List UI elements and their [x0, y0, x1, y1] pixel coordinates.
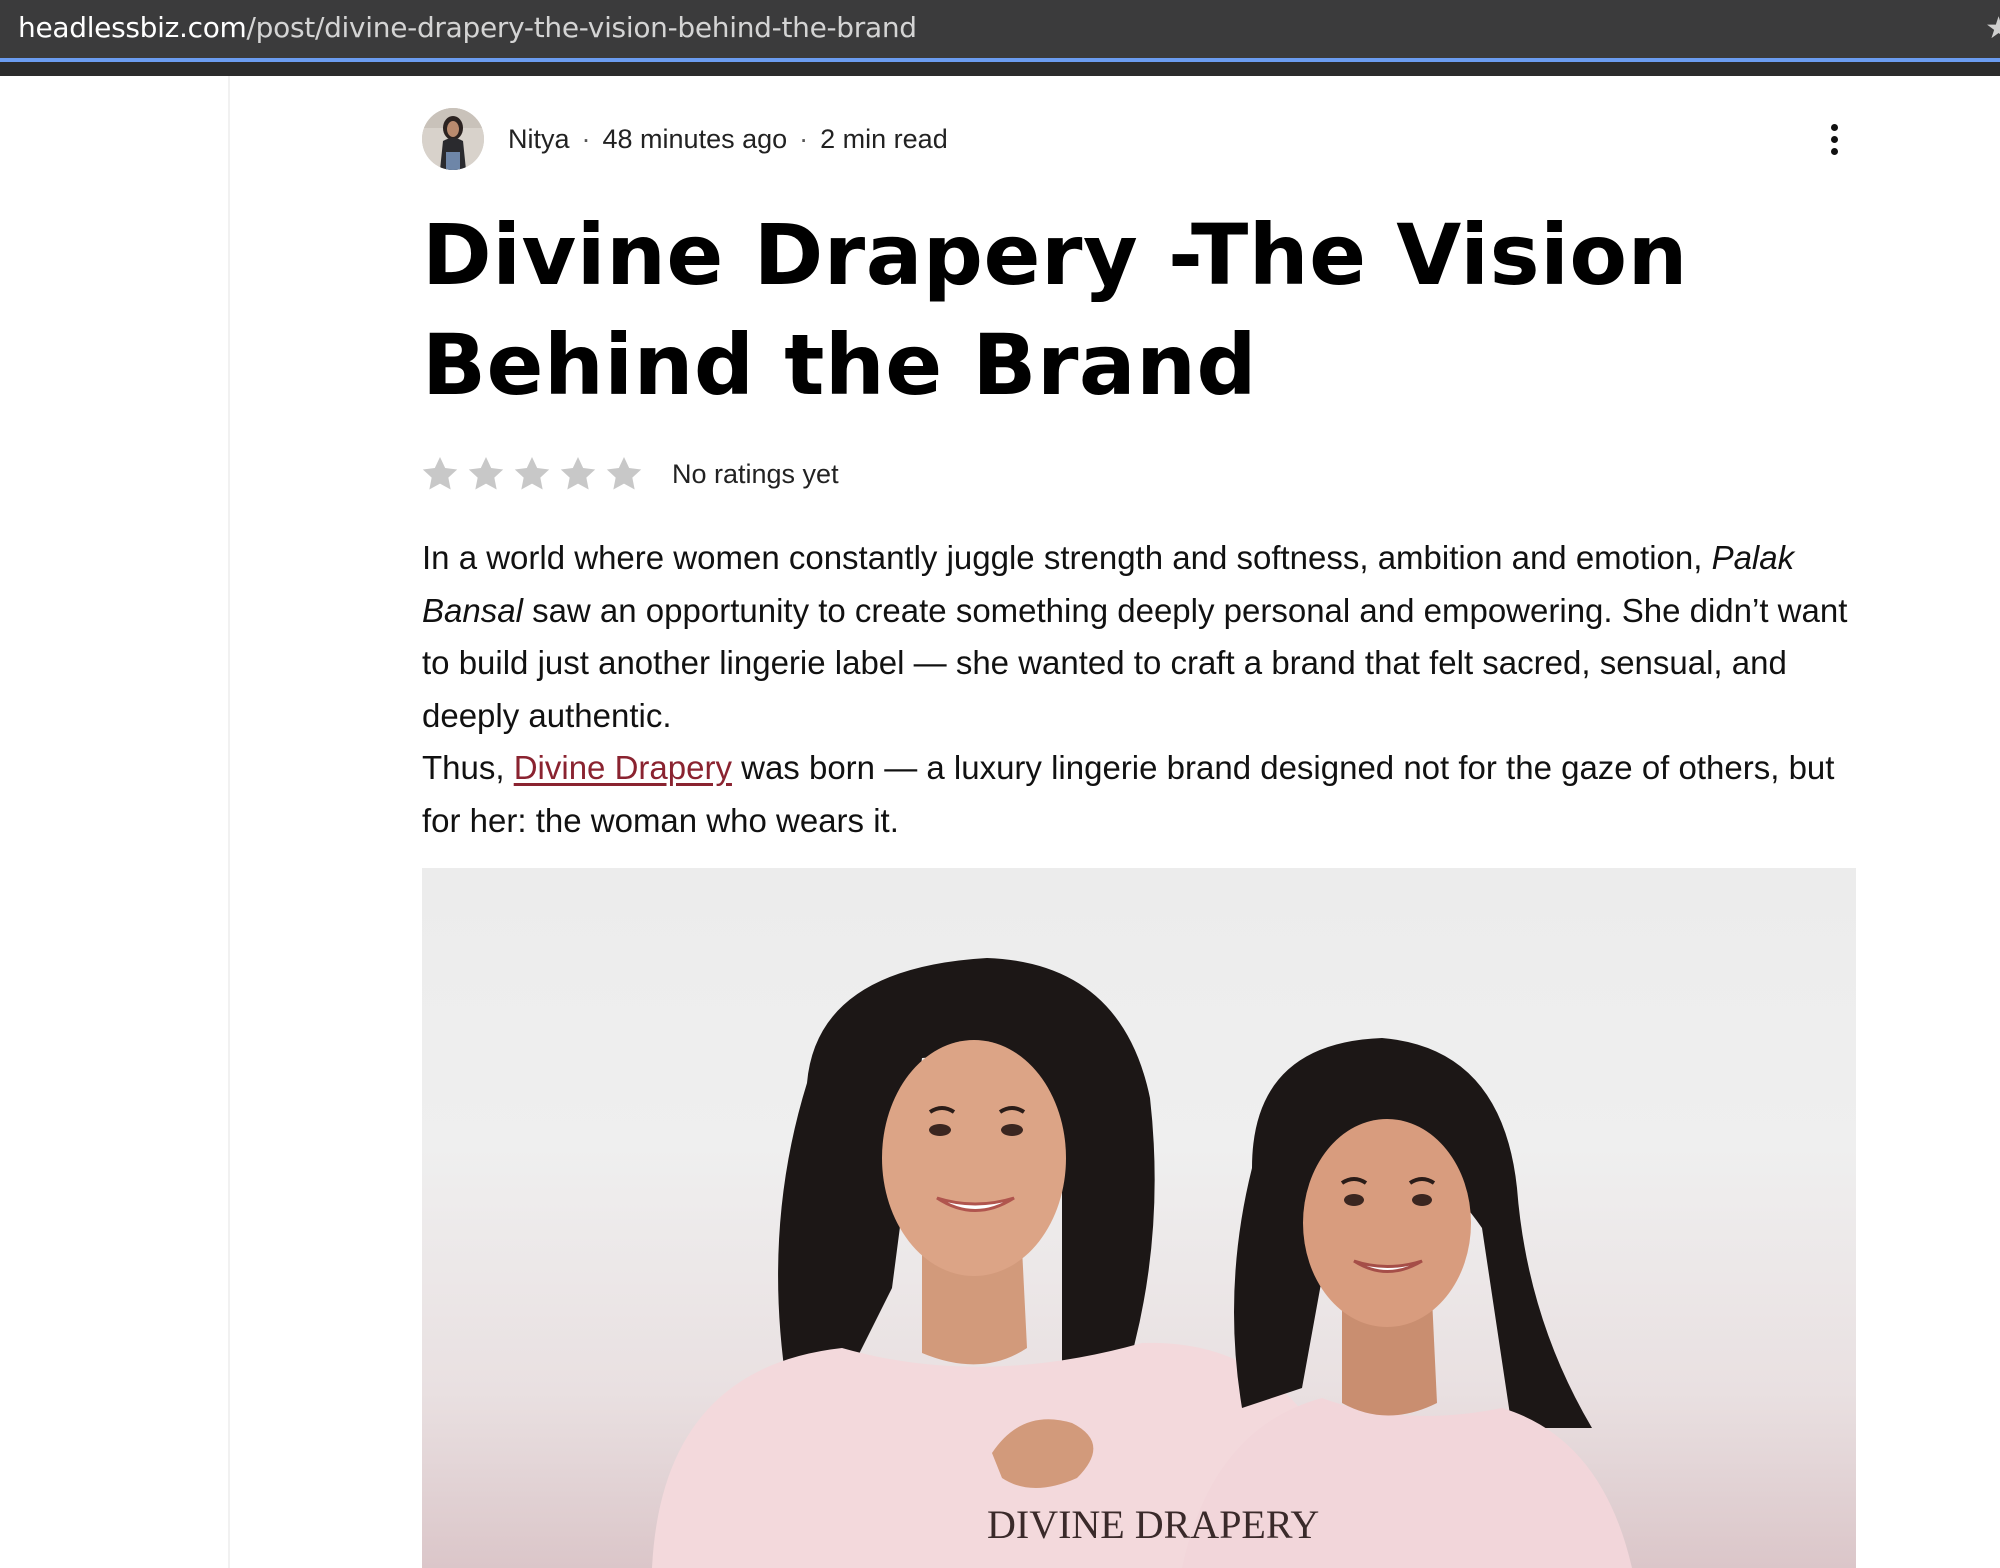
paragraph-text: Thus, — [422, 749, 514, 786]
paragraph-text: In a world where women constantly juggle… — [422, 539, 1712, 576]
browser-bar-shadow — [0, 62, 2000, 76]
star-icon[interactable] — [512, 454, 552, 494]
rating-text: No ratings yet — [672, 458, 839, 489]
shirt-logo-text: DIVINE DRAPERY — [987, 1502, 1319, 1547]
url-host: headlessbiz.com — [18, 11, 247, 44]
meta-separator: · — [581, 123, 591, 154]
hero-illustration: DIVINE DRAPERY — [652, 958, 1632, 1568]
avatar-photo — [422, 108, 484, 170]
rating-stars[interactable] — [420, 454, 650, 494]
post-time: 48 minutes ago — [602, 123, 788, 154]
url-path: /post/divine-drapery-the-vision-behind-t… — [246, 11, 918, 44]
paragraph: Thus, Divine Drapery was born — a luxury… — [422, 742, 1862, 847]
post-body: In a world where women constantly juggle… — [422, 532, 1862, 847]
star-icon[interactable] — [558, 454, 598, 494]
star-icon[interactable] — [466, 454, 506, 494]
browser-address-bar[interactable]: headlessbiz.com/post/divine-drapery-the-… — [0, 0, 2000, 60]
brand-link[interactable]: Divine Drapery — [514, 749, 732, 786]
url-text[interactable]: headlessbiz.com/post/divine-drapery-the-… — [18, 11, 917, 45]
post-hero-image: DIVINE DRAPERY — [422, 868, 1856, 1568]
paragraph: In a world where women constantly juggle… — [422, 532, 1862, 742]
post-title: Divine Drapery -The Vision Behind the Br… — [422, 206, 1688, 414]
post-meta: Nitya · 48 minutes ago · 2 min read — [422, 108, 948, 170]
left-divider — [228, 76, 230, 1568]
star-icon[interactable] — [604, 454, 644, 494]
post-rating: No ratings yet — [420, 452, 839, 496]
bookmark-star-icon[interactable]: ★ — [1985, 12, 2000, 46]
paragraph-text: saw an opportunity to create something d… — [422, 591, 1848, 734]
author-name[interactable]: Nitya — [508, 124, 570, 155]
star-icon[interactable] — [420, 454, 460, 494]
author-avatar[interactable] — [422, 108, 484, 170]
read-time: 2 min read — [820, 123, 948, 154]
meta-separator: · — [799, 123, 809, 154]
more-options-icon[interactable] — [1822, 124, 1846, 160]
